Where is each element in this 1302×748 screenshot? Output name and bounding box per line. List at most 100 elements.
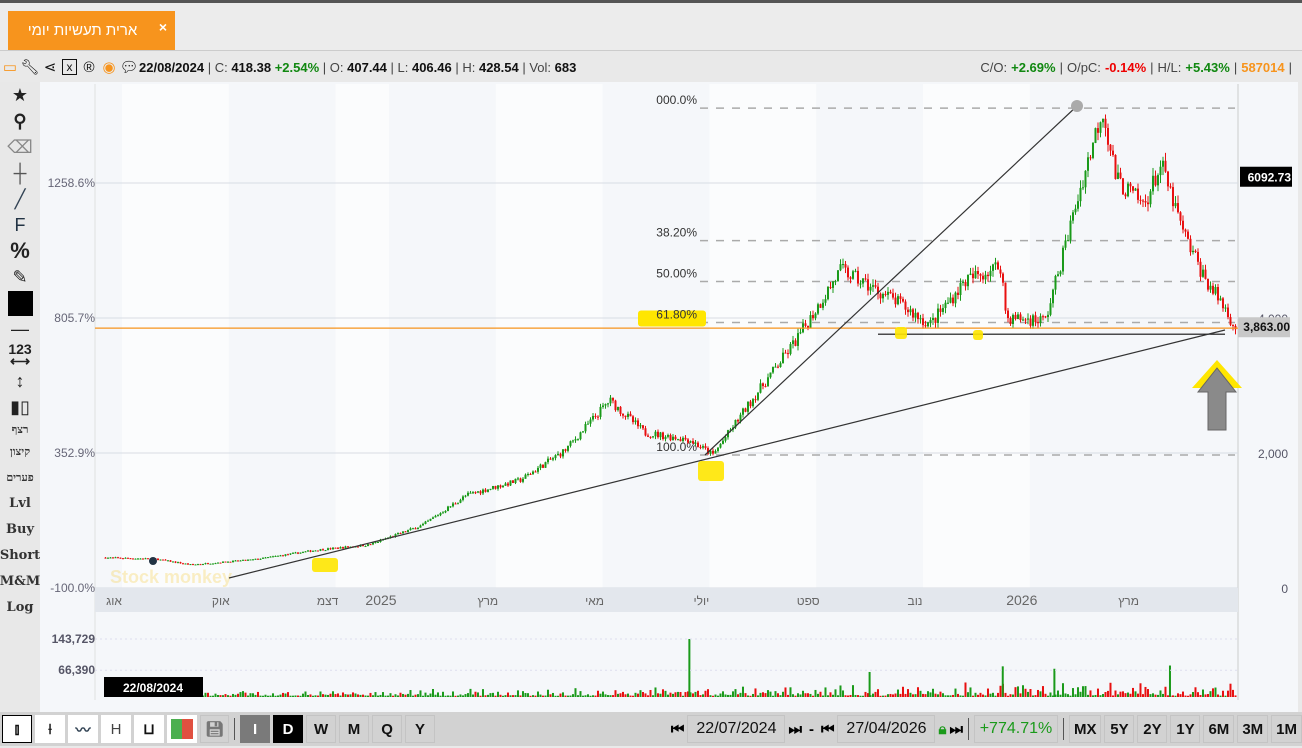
tool-gaps[interactable]: פערים: [0, 464, 40, 490]
hloc-button[interactable]: H: [101, 715, 131, 743]
tool-mm[interactable]: M&M: [0, 568, 40, 594]
volume-bar: [839, 685, 842, 697]
volume-bar: [296, 695, 299, 697]
volume-bar: [1009, 694, 1012, 697]
percent-tool[interactable]: %: [0, 238, 40, 264]
volume-bar: [626, 693, 629, 697]
ohlc-chart-button[interactable]: ⟊: [35, 715, 65, 743]
candles-icon[interactable]: ▮▯: [0, 394, 40, 420]
volume-bar: [266, 695, 269, 697]
volume-bar: [306, 694, 309, 697]
line-style-icon[interactable]: —: [0, 316, 40, 342]
candle-body: [289, 553, 292, 555]
tool-extremes[interactable]: קיצון: [0, 438, 40, 464]
volume-bar: [1114, 690, 1117, 697]
save-icon[interactable]: 💾︎: [200, 715, 230, 743]
volume-bar: [206, 692, 209, 697]
volume-bar: [1199, 694, 1202, 697]
star-icon[interactable]: ★: [0, 82, 40, 108]
volume-bar: [376, 695, 379, 697]
candle-body: [134, 558, 137, 560]
tool-lvl[interactable]: Lvl: [0, 490, 40, 516]
volume-bar: [239, 692, 242, 697]
view-quarterly[interactable]: Q: [372, 715, 403, 743]
view-weekly[interactable]: W: [306, 715, 337, 743]
candle-body: [121, 558, 124, 560]
range-1y[interactable]: 1Y: [1170, 715, 1201, 743]
search-icon[interactable]: ⚲: [0, 108, 40, 134]
range-3m[interactable]: 3M: [1237, 715, 1269, 743]
candlestick-chart-button[interactable]: ⫾: [2, 715, 32, 743]
volume-bar: [1099, 695, 1102, 697]
crosshair-icon[interactable]: ┼: [0, 160, 40, 186]
tool-buy[interactable]: Buy: [0, 516, 40, 542]
start-first-icon[interactable]: ⏮: [671, 721, 685, 738]
candle-body: [174, 561, 177, 563]
candle-body: [699, 446, 702, 448]
range-5y[interactable]: 5Y: [1104, 715, 1135, 743]
candle-body: [776, 366, 779, 368]
volume-bar: [659, 693, 662, 697]
bar-style-button[interactable]: ⊔: [134, 715, 164, 743]
candle-body: [564, 449, 567, 451]
lock-icon[interactable]: 🔒︎: [938, 721, 946, 738]
candle-body: [1074, 208, 1077, 213]
fibonacci-tool[interactable]: F: [0, 212, 40, 238]
tool-log[interactable]: Log: [0, 594, 40, 620]
candle-body: [624, 415, 627, 417]
candle-body: [486, 489, 489, 492]
eraser-icon[interactable]: ⌫: [0, 134, 40, 160]
candle-body: [471, 492, 474, 494]
candle-body: [566, 445, 569, 451]
volume-bar: [559, 693, 562, 697]
range-max[interactable]: MX: [1068, 715, 1102, 743]
end-prev-icon[interactable]: ⏮: [821, 721, 835, 738]
range-1m[interactable]: 1M: [1271, 715, 1302, 743]
volume-bar: [1034, 695, 1037, 697]
volume-bar: [776, 693, 779, 697]
candle-body: [941, 308, 944, 312]
candle-body: [329, 548, 332, 550]
volume-bar: [901, 686, 904, 697]
volume-bar: [291, 695, 294, 697]
measure-tool[interactable]: 123 ⟷: [0, 342, 40, 368]
range-2y[interactable]: 2Y: [1137, 715, 1168, 743]
vertical-arrow-icon[interactable]: ↕: [0, 368, 40, 394]
candle-body: [1174, 203, 1177, 207]
volume-bar: [444, 695, 447, 697]
start-next-icon[interactable]: ⏭: [788, 721, 802, 738]
candle-body: [679, 439, 682, 442]
right-axis-label: 2,000: [1258, 447, 1288, 461]
candle-body: [181, 563, 184, 565]
candle-body: [1021, 319, 1024, 321]
range-6m[interactable]: 6M: [1203, 715, 1235, 743]
candle-body: [811, 315, 814, 319]
line-tool-icon[interactable]: ╱: [0, 186, 40, 212]
x-axis-label: אוג: [106, 594, 122, 608]
candle-body: [756, 392, 759, 400]
candle-body: [171, 561, 174, 563]
end-date-field[interactable]: 27/04/2026: [837, 715, 936, 743]
month-band: [335, 84, 389, 588]
view-daily[interactable]: D: [273, 715, 304, 743]
view-yearly[interactable]: Y: [405, 715, 436, 743]
volume-bar: [684, 692, 687, 697]
volume-bar: [956, 693, 959, 697]
edit-icon[interactable]: ✎: [0, 264, 40, 290]
start-date-field[interactable]: 22/07/2024: [687, 715, 786, 743]
fib-anchor-point: [1071, 100, 1083, 112]
sequence-tool[interactable]: רצף: [0, 420, 40, 438]
candle-body: [276, 555, 279, 557]
candle-body: [1119, 172, 1122, 179]
line-chart-button[interactable]: 〰: [68, 715, 98, 743]
color-bars-button[interactable]: [167, 715, 197, 743]
color-picker[interactable]: [0, 290, 40, 316]
end-last-icon[interactable]: ⏭: [949, 721, 963, 738]
view-intraday[interactable]: I: [240, 715, 271, 743]
view-monthly[interactable]: M: [339, 715, 370, 743]
candle-body: [399, 532, 402, 534]
date-range-dash: -: [808, 720, 814, 738]
watermark-logo: Stock monkey: [110, 567, 232, 587]
price-chart[interactable]: 4,0002,00001258.6%805.7%352.9%-100.0%אוג…: [0, 0, 1302, 712]
tool-short[interactable]: Short: [0, 542, 40, 568]
